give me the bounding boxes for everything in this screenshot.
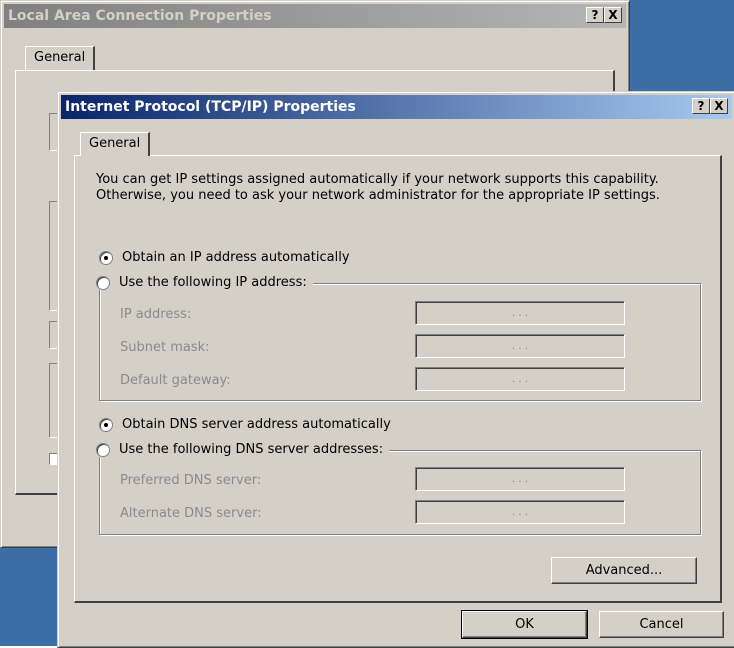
close-button[interactable]: X (710, 98, 728, 114)
ip-address-label: IP address: (120, 307, 192, 322)
use-following-ip-label: Use the following IP address: (119, 275, 307, 290)
obtain-dns-auto-radio[interactable]: Obtain DNS server address automatically (99, 417, 391, 432)
alternate-dns-field[interactable]: . . . (415, 500, 625, 524)
radio-checked-icon (99, 250, 113, 265)
use-following-ip-radio[interactable]: Use the following IP address: (96, 275, 313, 290)
preferred-dns-label: Preferred DNS server: (120, 473, 262, 488)
desktop-background (630, 0, 734, 92)
alternate-dns-label: Alternate DNS server: (120, 506, 262, 521)
use-following-dns-radio[interactable]: Use the following DNS server addresses: (96, 442, 390, 457)
tcpip-properties-dialog: Internet Protocol (TCP/IP) Properties ? … (57, 91, 734, 648)
radio-checked-icon (99, 417, 113, 432)
close-button[interactable]: X (604, 7, 622, 23)
back-tab-general[interactable]: General (25, 46, 96, 70)
tab-general[interactable]: General (80, 132, 151, 156)
back-window-titlebar: Local Area Connection Properties ? X (4, 4, 626, 28)
subnet-mask-field[interactable]: . . . (415, 334, 625, 358)
help-button[interactable]: ? (586, 7, 604, 23)
default-gateway-label: Default gateway: (120, 373, 231, 388)
dialog-titlebar: Internet Protocol (TCP/IP) Properties ? … (61, 95, 732, 119)
radio-unchecked-icon (96, 442, 110, 457)
general-tab-panel: You can get IP settings assigned automat… (74, 155, 722, 603)
preferred-dns-field[interactable]: . . . (415, 467, 625, 491)
obtain-ip-auto-label: Obtain an IP address automatically (122, 250, 350, 265)
ok-button[interactable]: OK (461, 610, 588, 639)
obtain-ip-auto-radio[interactable]: Obtain an IP address automatically (99, 250, 350, 265)
help-button[interactable]: ? (692, 98, 710, 114)
obtain-dns-auto-label: Obtain DNS server address automatically (122, 417, 391, 432)
cancel-button[interactable]: Cancel (599, 611, 724, 638)
dialog-title: Internet Protocol (TCP/IP) Properties (65, 99, 356, 115)
use-following-dns-label: Use the following DNS server addresses: (119, 442, 384, 457)
default-gateway-field[interactable]: . . . (415, 367, 625, 391)
advanced-button[interactable]: Advanced... (551, 557, 697, 584)
desktop-background-lower (0, 545, 58, 646)
ip-address-field[interactable]: . . . (415, 301, 625, 325)
subnet-mask-label: Subnet mask: (120, 340, 210, 355)
back-window-title: Local Area Connection Properties (8, 8, 272, 24)
description-text: You can get IP settings assigned automat… (96, 172, 660, 203)
radio-unchecked-icon (96, 275, 110, 290)
